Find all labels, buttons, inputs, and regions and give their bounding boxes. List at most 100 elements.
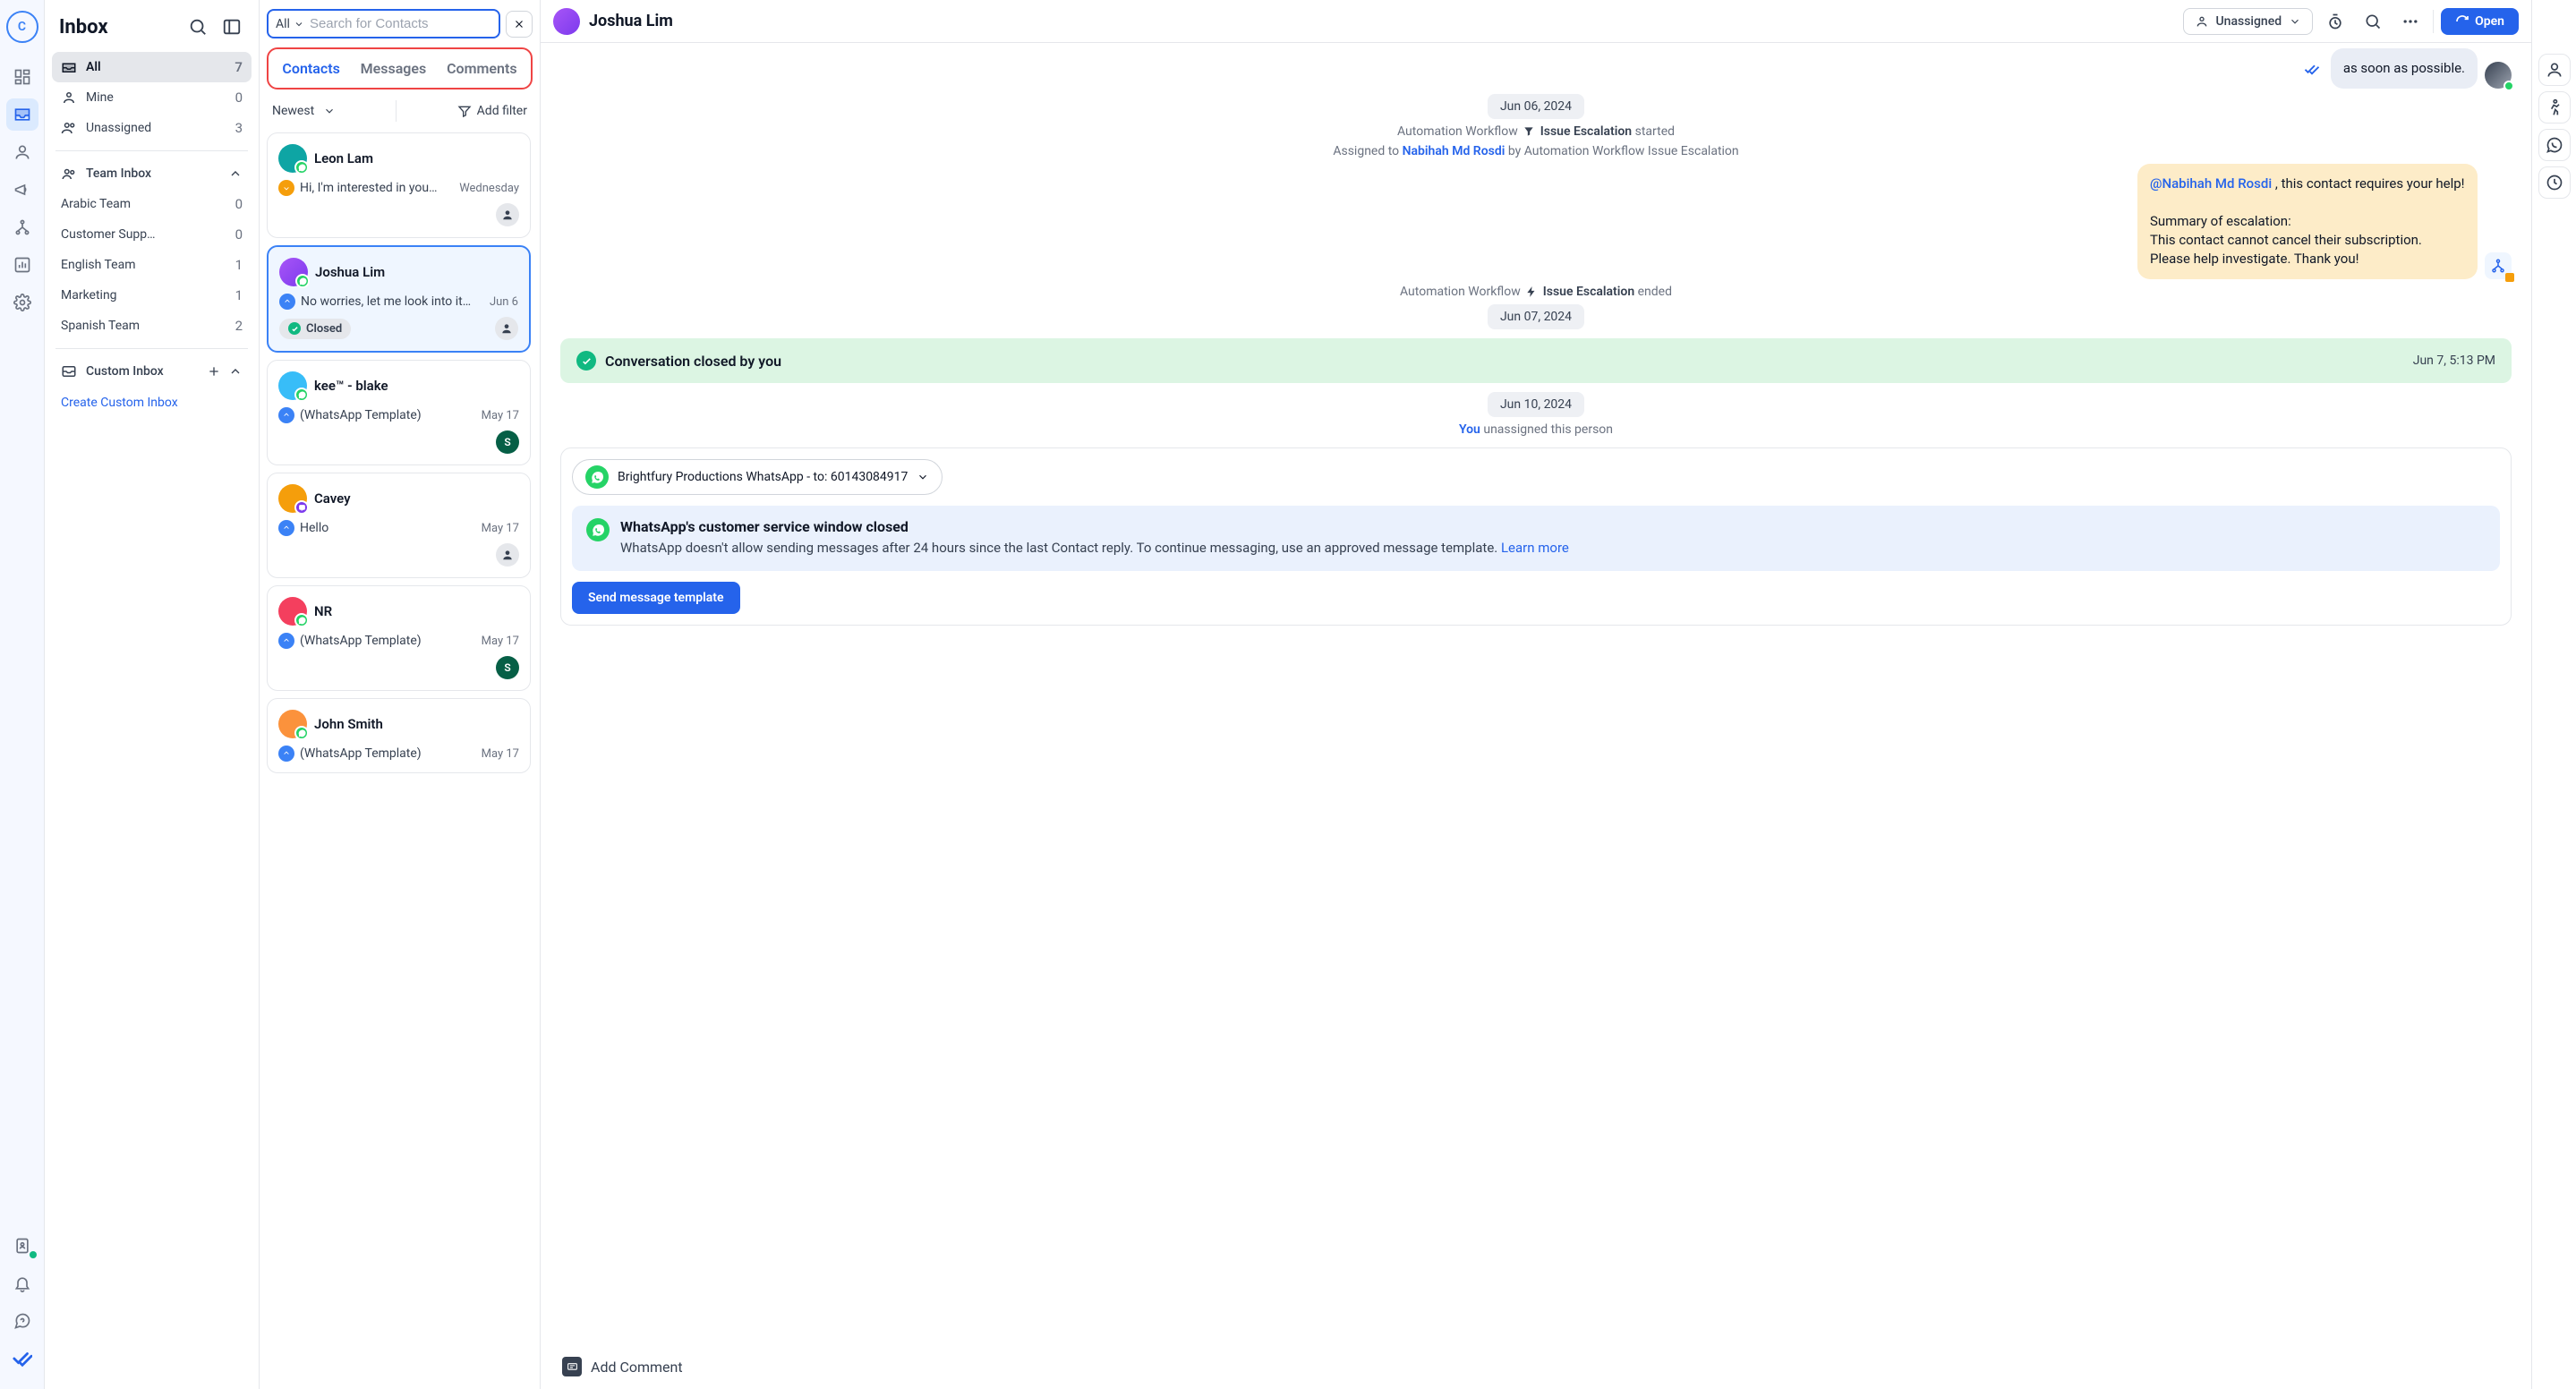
refresh-icon [2455, 14, 2469, 29]
whatsapp-outline-icon [2546, 136, 2563, 154]
assignee-picker[interactable]: Unassigned [2183, 8, 2314, 35]
nav-notifications[interactable] [6, 1267, 38, 1300]
nav-rail: C [0, 0, 45, 1389]
sidebar-custom-header[interactable]: Custom Inbox [52, 356, 252, 387]
nav-reports[interactable] [6, 249, 38, 281]
bell-icon [13, 1274, 31, 1292]
whatsapp-badge-icon [294, 726, 309, 740]
sidebar-item-all[interactable]: All 7 [52, 52, 252, 82]
search-clear-button[interactable] [506, 11, 533, 38]
sidebar-item-mine[interactable]: Mine 0 [52, 82, 252, 113]
add-comment-label: Add Comment [591, 1359, 683, 1376]
nav-brand[interactable] [6, 1342, 38, 1375]
conversation-card[interactable]: Joshua Lim No worries, let me look into … [267, 245, 531, 353]
more-button[interactable] [2395, 6, 2426, 37]
tree-icon [13, 218, 31, 236]
conversation-card[interactable]: kee™ - blake (WhatsApp Template) May 17 … [267, 360, 531, 465]
card-date: May 17 [482, 409, 519, 422]
conversation-list: All Contacts Messages Comments Newest Ad… [260, 0, 541, 1389]
open-button[interactable]: Open [2441, 8, 2519, 35]
rr-journey[interactable] [2538, 91, 2571, 124]
mention[interactable]: @Nabihah Md Rosdi [2150, 175, 2272, 192]
sidebar-item-unassigned[interactable]: Unassigned 3 [52, 113, 252, 143]
users-icon [61, 120, 77, 136]
panel-icon [222, 17, 242, 37]
clock-icon [2546, 174, 2563, 192]
sort-picker[interactable]: Newest [272, 104, 336, 118]
snooze-button[interactable] [2320, 6, 2350, 37]
nav-workflows[interactable] [6, 211, 38, 243]
sidebar-team-spanish[interactable]: Spanish Team2 [52, 311, 252, 341]
person-badge-icon [13, 1237, 31, 1255]
nav-settings[interactable] [6, 286, 38, 319]
sidebar-team-arabic[interactable]: Arabic Team0 [52, 189, 252, 219]
team-count: 1 [235, 257, 243, 273]
channel-picker[interactable]: Brightfury Productions WhatsApp - to: 60… [572, 459, 943, 495]
sidebar-team-support[interactable]: Customer Supp…0 [52, 219, 252, 250]
nav-dashboard[interactable] [6, 61, 38, 93]
outgoing-icon [278, 520, 294, 536]
chevron-down-icon [917, 471, 929, 483]
sidebar-item-label: Mine [86, 90, 114, 105]
workflow-icon [2490, 258, 2506, 274]
walk-icon [2546, 98, 2563, 116]
workspace-logo[interactable]: C [6, 11, 38, 43]
sidebar: Inbox All 7 Mine 0 Unassigned 3 Team Inb… [45, 0, 260, 1389]
viber-badge-icon [294, 500, 309, 515]
nav-contacts[interactable] [6, 136, 38, 168]
search-scope-picker[interactable]: All [276, 17, 304, 31]
learn-more-link[interactable]: Learn more [1501, 540, 1569, 556]
contact-avatar[interactable] [553, 8, 580, 35]
add-comment-button[interactable]: Add Comment [541, 1350, 2531, 1389]
sidebar-collapse-button[interactable] [219, 14, 244, 39]
dots-icon [2401, 13, 2419, 30]
composer: Brightfury Productions WhatsApp - to: 60… [560, 447, 2512, 626]
create-custom-inbox-link[interactable]: Create Custom Inbox [52, 387, 252, 419]
channel-label: Brightfury Productions WhatsApp - to: 60… [618, 470, 908, 484]
card-preview: (WhatsApp Template) [300, 746, 422, 761]
sidebar-team-english[interactable]: English Team1 [52, 250, 252, 280]
team-count: 2 [235, 318, 243, 334]
date-separator: Jun 10, 2024 [1488, 392, 1584, 417]
tab-messages[interactable]: Messages [354, 55, 434, 82]
closed-banner: Conversation closed by you Jun 7, 5:13 P… [560, 338, 2512, 383]
sidebar-team-marketing[interactable]: Marketing1 [52, 280, 252, 311]
card-preview: No worries, let me look into it… [301, 294, 471, 309]
nav-inbox[interactable] [6, 98, 38, 131]
send-template-button[interactable]: Send message template [572, 582, 740, 614]
user-link[interactable]: You [1459, 422, 1480, 437]
conversation-card[interactable]: John Smith (WhatsApp Template) May 17 [267, 698, 531, 773]
whatsapp-badge-icon [295, 274, 310, 288]
checks-icon [13, 1349, 32, 1368]
header-search-button[interactable] [2358, 6, 2388, 37]
open-label: Open [2475, 14, 2504, 29]
conversation-card[interactable]: Leon Lam Hi, I'm interested in you… Wedn… [267, 132, 531, 238]
conversation-card[interactable]: Cavey Hello May 17 [267, 473, 531, 578]
add-filter-button[interactable]: Add filter [457, 104, 527, 118]
filter-icon [457, 104, 472, 118]
rr-contact[interactable] [2538, 54, 2571, 86]
rr-history[interactable] [2538, 166, 2571, 199]
user-link[interactable]: Nabihah Md Rosdi [1403, 144, 1506, 158]
unassigned-avatar-icon [496, 543, 519, 567]
sidebar-team-header[interactable]: Team Inbox [52, 158, 252, 189]
search-input[interactable] [310, 16, 491, 31]
whatsapp-dot-icon [2503, 81, 2514, 91]
card-date: May 17 [482, 635, 519, 648]
sidebar-search-button[interactable] [185, 14, 210, 39]
nav-help[interactable] [6, 1305, 38, 1337]
tab-contacts[interactable]: Contacts [275, 55, 346, 82]
rr-whatsapp[interactable] [2538, 129, 2571, 161]
nav-broadcast[interactable] [6, 174, 38, 206]
assignee-label: Unassigned [2216, 14, 2282, 29]
tab-comments[interactable]: Comments [439, 55, 524, 82]
plus-icon[interactable] [207, 364, 221, 379]
user-link[interactable]: you [758, 353, 781, 370]
date-separator: Jun 06, 2024 [1488, 94, 1584, 119]
search-box[interactable]: All [267, 9, 500, 38]
conversation-card[interactable]: NR (WhatsApp Template) May 17 S [267, 585, 531, 691]
nav-presence[interactable] [6, 1230, 38, 1262]
card-name: kee™ - blake [314, 378, 388, 394]
card-preview: Hi, I'm interested in you… [300, 181, 437, 195]
right-rail [2531, 0, 2576, 1389]
